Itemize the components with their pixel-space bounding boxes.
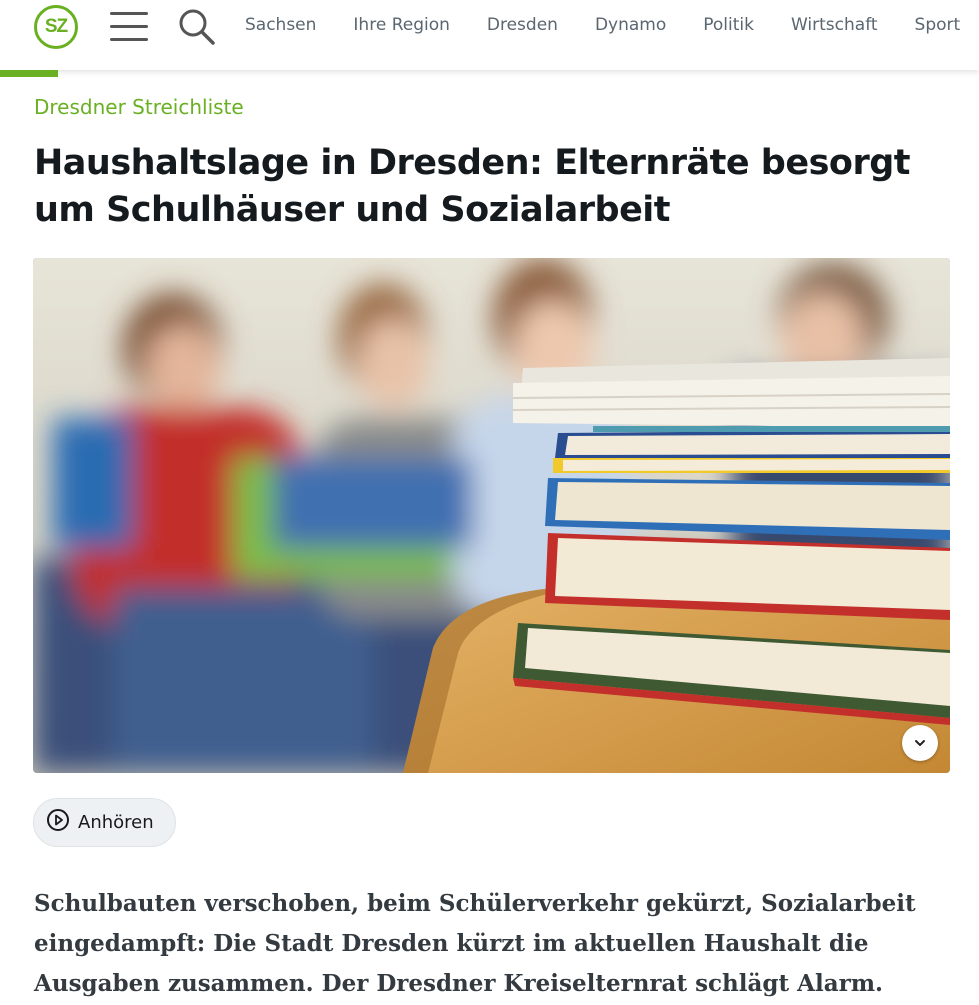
listen-button-label: Anhören: [78, 812, 154, 833]
listen-button[interactable]: Anhören: [33, 798, 176, 847]
site-header: SZ Sachsen Ihre Region Dresden Dynamo Po…: [0, 0, 979, 70]
nav-item-dresden[interactable]: Dresden: [487, 15, 558, 35]
nav-item-politik[interactable]: Politik: [703, 15, 754, 35]
scroll-progress-bar: [0, 70, 58, 77]
hero-image[interactable]: [33, 258, 950, 773]
article-kicker[interactable]: Dresdner Streichliste: [34, 95, 244, 119]
hero-image-children-reading-books: [33, 258, 950, 773]
play-circle-icon: [46, 808, 70, 837]
article-headline: Haushaltslage in Dresden: Elternräte bes…: [34, 143, 911, 230]
main-nav: Sachsen Ihre Region Dresden Dynamo Polit…: [245, 15, 979, 35]
sz-logo[interactable]: SZ: [34, 5, 78, 49]
chevron-down-icon[interactable]: [902, 725, 938, 761]
nav-item-sachsen[interactable]: Sachsen: [245, 15, 316, 35]
search-icon[interactable]: [178, 8, 216, 46]
nav-item-ihre-region[interactable]: Ihre Region: [353, 15, 449, 35]
hamburger-menu-icon[interactable]: [110, 12, 148, 42]
nav-item-dynamo[interactable]: Dynamo: [595, 15, 666, 35]
nav-item-wirtschaft[interactable]: Wirtschaft: [791, 15, 878, 35]
nav-item-sport[interactable]: Sport: [915, 15, 961, 35]
article-lead: Schulbauten verschoben, beim Schülerverk…: [34, 890, 916, 997]
